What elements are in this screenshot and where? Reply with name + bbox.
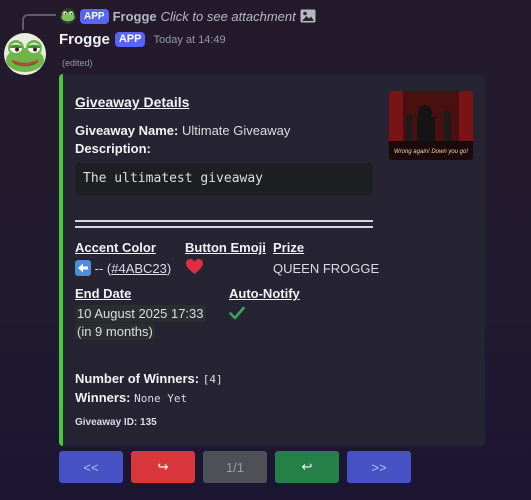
heart-icon [185, 258, 204, 278]
left-arrow-icon [75, 260, 91, 276]
winners-count-row: Number of Winners: [4] [75, 371, 223, 386]
thumbnail-caption: Wrong again! Down you go! [394, 149, 468, 155]
winners-value: None Yet [134, 392, 188, 405]
page-indicator-button[interactable]: 1/1 [203, 451, 267, 483]
end-date-value-wrap: 10 August 2025 17:33 [75, 305, 206, 322]
description-label: Description: [75, 141, 151, 156]
prize-label-wrap: Prize [273, 240, 304, 255]
giveaway-name-label: Giveaway Name: [75, 123, 179, 138]
reply-author[interactable]: Frogge [113, 9, 157, 24]
embed-title: Giveaway Details [75, 94, 190, 110]
edited-label: (edited) [62, 58, 93, 68]
giveaway-name-value: Ultimate Giveaway [181, 123, 291, 138]
button-emoji-label-wrap: Button Emoji [185, 240, 266, 255]
reply-app-badge: APP [80, 8, 109, 24]
auto-notify-label: Auto-Notify [229, 286, 300, 301]
winners-count-value: [4] [202, 373, 223, 386]
winners-row: Winners: None Yet [75, 390, 187, 405]
checkmark-icon [229, 306, 245, 323]
prize-value: QUEEN FROGGE [273, 261, 380, 276]
image-icon [300, 9, 316, 23]
winners-count-label: Number of Winners: [75, 371, 200, 386]
giveaway-name-row: Giveaway Name: Ultimate Giveaway [75, 123, 290, 138]
accent-color-value[interactable]: -- (#4ABC23) [95, 261, 172, 276]
avatar[interactable] [4, 33, 46, 75]
reply-text[interactable]: Click to see attachment [161, 9, 296, 24]
button-emoji-label: Button Emoji [185, 240, 266, 255]
winners-label: Winners: [75, 390, 131, 405]
end-date-label: End Date [75, 286, 132, 301]
pagination-buttons: << ↪ 1/1 ↩ >> [59, 451, 411, 483]
last-page-button[interactable]: >> [347, 451, 411, 483]
divider [75, 220, 373, 228]
giveaway-id: Giveaway ID: 135 [75, 417, 157, 428]
end-date-relative-wrap: (in 9 months) [75, 323, 155, 340]
description-codeblock: The ultimatest giveaway [75, 163, 373, 195]
first-page-button[interactable]: << [59, 451, 123, 483]
reply-preview[interactable]: APP Frogge Click to see attachment [60, 7, 316, 25]
giveaway-embed: Giveaway Details Wrong again! Down you g… [59, 74, 485, 446]
next-button[interactable]: ↩ [275, 451, 339, 483]
accent-color-value-wrap: -- (#4ABC23) [75, 260, 171, 276]
reply-avatar [60, 8, 76, 24]
end-date-label-wrap: End Date [75, 286, 131, 301]
accent-color-label-wrap: Accent Color [75, 240, 156, 255]
reply-connector [22, 14, 56, 30]
embed-thumbnail[interactable]: Wrong again! Down you go! [389, 91, 473, 160]
prize-label: Prize [273, 240, 305, 255]
author-name[interactable]: Frogge [59, 31, 110, 48]
auto-notify-label-wrap: Auto-Notify [229, 286, 300, 301]
timestamp[interactable]: Today at 14:49 [153, 34, 225, 46]
previous-button[interactable]: ↪ [131, 451, 195, 483]
accent-color-label: Accent Color [75, 240, 156, 255]
end-date-value[interactable]: 10 August 2025 17:33 [75, 305, 206, 322]
app-badge: APP [114, 32, 146, 47]
end-date-relative[interactable]: (in 9 months) [75, 323, 155, 340]
message-header: Frogge APP Today at 14:49 [59, 31, 226, 48]
